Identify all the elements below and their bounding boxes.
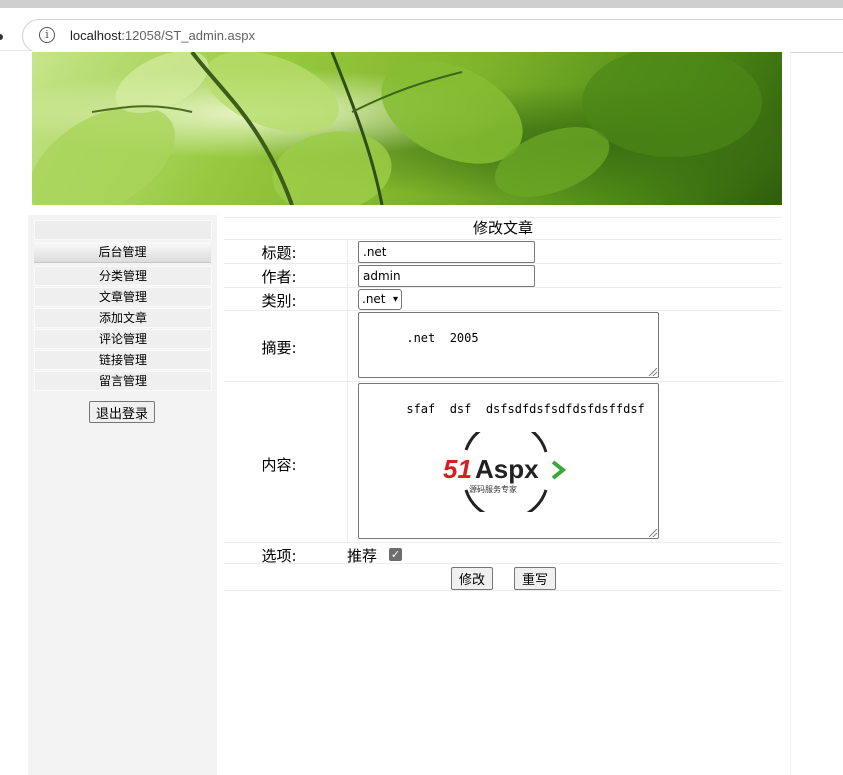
divider (224, 239, 782, 240)
author-input[interactable]: admin (358, 265, 535, 287)
divider (224, 590, 782, 591)
url-host: localhost (70, 28, 122, 43)
sidebar-item-comments[interactable]: 评论管理 (34, 329, 212, 349)
content-label: 内容: (261, 456, 297, 474)
sidebar-item-category[interactable]: 分类管理 (34, 266, 212, 286)
recommend-label: 推荐 (347, 547, 378, 565)
page: 后台管理 分类管理 文章管理 添加文章 评论管理 链接管理 留言管理 退出登录 … (28, 51, 791, 775)
resize-handle-icon[interactable] (649, 529, 657, 537)
summary-textarea[interactable]: .net 2005 (358, 312, 659, 378)
banner-image (32, 52, 782, 205)
title-input[interactable]: .net (358, 241, 535, 263)
category-select[interactable]: .net ▾ (358, 289, 402, 310)
options-label: 选项: (261, 547, 297, 565)
resize-handle-icon[interactable] (649, 368, 657, 376)
reset-button[interactable]: 重写 (514, 567, 556, 590)
address-url[interactable]: localhost:12058/ST_admin.aspx (70, 28, 255, 43)
svg-text:Aspx: Aspx (475, 454, 539, 484)
recommend-checkbox[interactable]: ✓ (389, 548, 402, 561)
leaves-illustration (32, 52, 762, 205)
title-label: 标题: (261, 244, 297, 262)
address-bar[interactable]: i localhost:12058/ST_admin.aspx (22, 19, 843, 53)
column-divider (347, 239, 348, 543)
sidebar-top-bar (34, 220, 212, 240)
sidebar-item-messages[interactable]: 留言管理 (34, 371, 212, 391)
sidebar-item-add-article[interactable]: 添加文章 (34, 308, 212, 328)
content-text: sfaf dsf dsfsdfdsfsdfdsfdsffdsf (406, 402, 645, 416)
svg-text:源码服务专家: 源码服务专家 (469, 484, 517, 494)
divider (224, 542, 782, 543)
sidebar: 后台管理 分类管理 文章管理 添加文章 评论管理 链接管理 留言管理 退出登录 (28, 215, 217, 775)
divider (224, 263, 782, 264)
divider (224, 381, 782, 382)
chevron-down-icon: ▾ (392, 294, 398, 305)
divider (224, 287, 782, 288)
logout-button[interactable]: 退出登录 (89, 401, 155, 423)
sidebar-header: 后台管理 (34, 242, 211, 263)
category-selected: .net (362, 292, 386, 306)
browser-toolbar: i localhost:12058/ST_admin.aspx (0, 8, 843, 53)
sidebar-item-articles[interactable]: 文章管理 (34, 287, 212, 307)
info-icon[interactable]: i (39, 27, 55, 43)
summary-text: .net 2005 (406, 331, 479, 345)
51aspx-logo-image: 51 Aspx 源码服务专家 (383, 418, 566, 521)
summary-label: 摘要: (261, 339, 297, 357)
svg-text:51: 51 (443, 454, 472, 484)
edit-article-form: 修改文章 标题: .net 作者: admin 类别: .net ▾ 摘要: .n… (224, 217, 782, 641)
submit-button[interactable]: 修改 (451, 567, 493, 590)
url-path: :12058/ST_admin.aspx (121, 28, 256, 43)
author-label: 作者: (261, 268, 297, 286)
category-label: 类别: (261, 292, 297, 310)
browser-tabstrip (0, 0, 843, 8)
menu-dot-icon[interactable] (0, 34, 3, 40)
content-editor[interactable]: sfaf dsf dsfsdfdsfsdfdsfdsffdsf 51 Aspx … (358, 383, 659, 539)
sidebar-item-links[interactable]: 链接管理 (34, 350, 212, 370)
form-title: 修改文章 (472, 219, 533, 237)
